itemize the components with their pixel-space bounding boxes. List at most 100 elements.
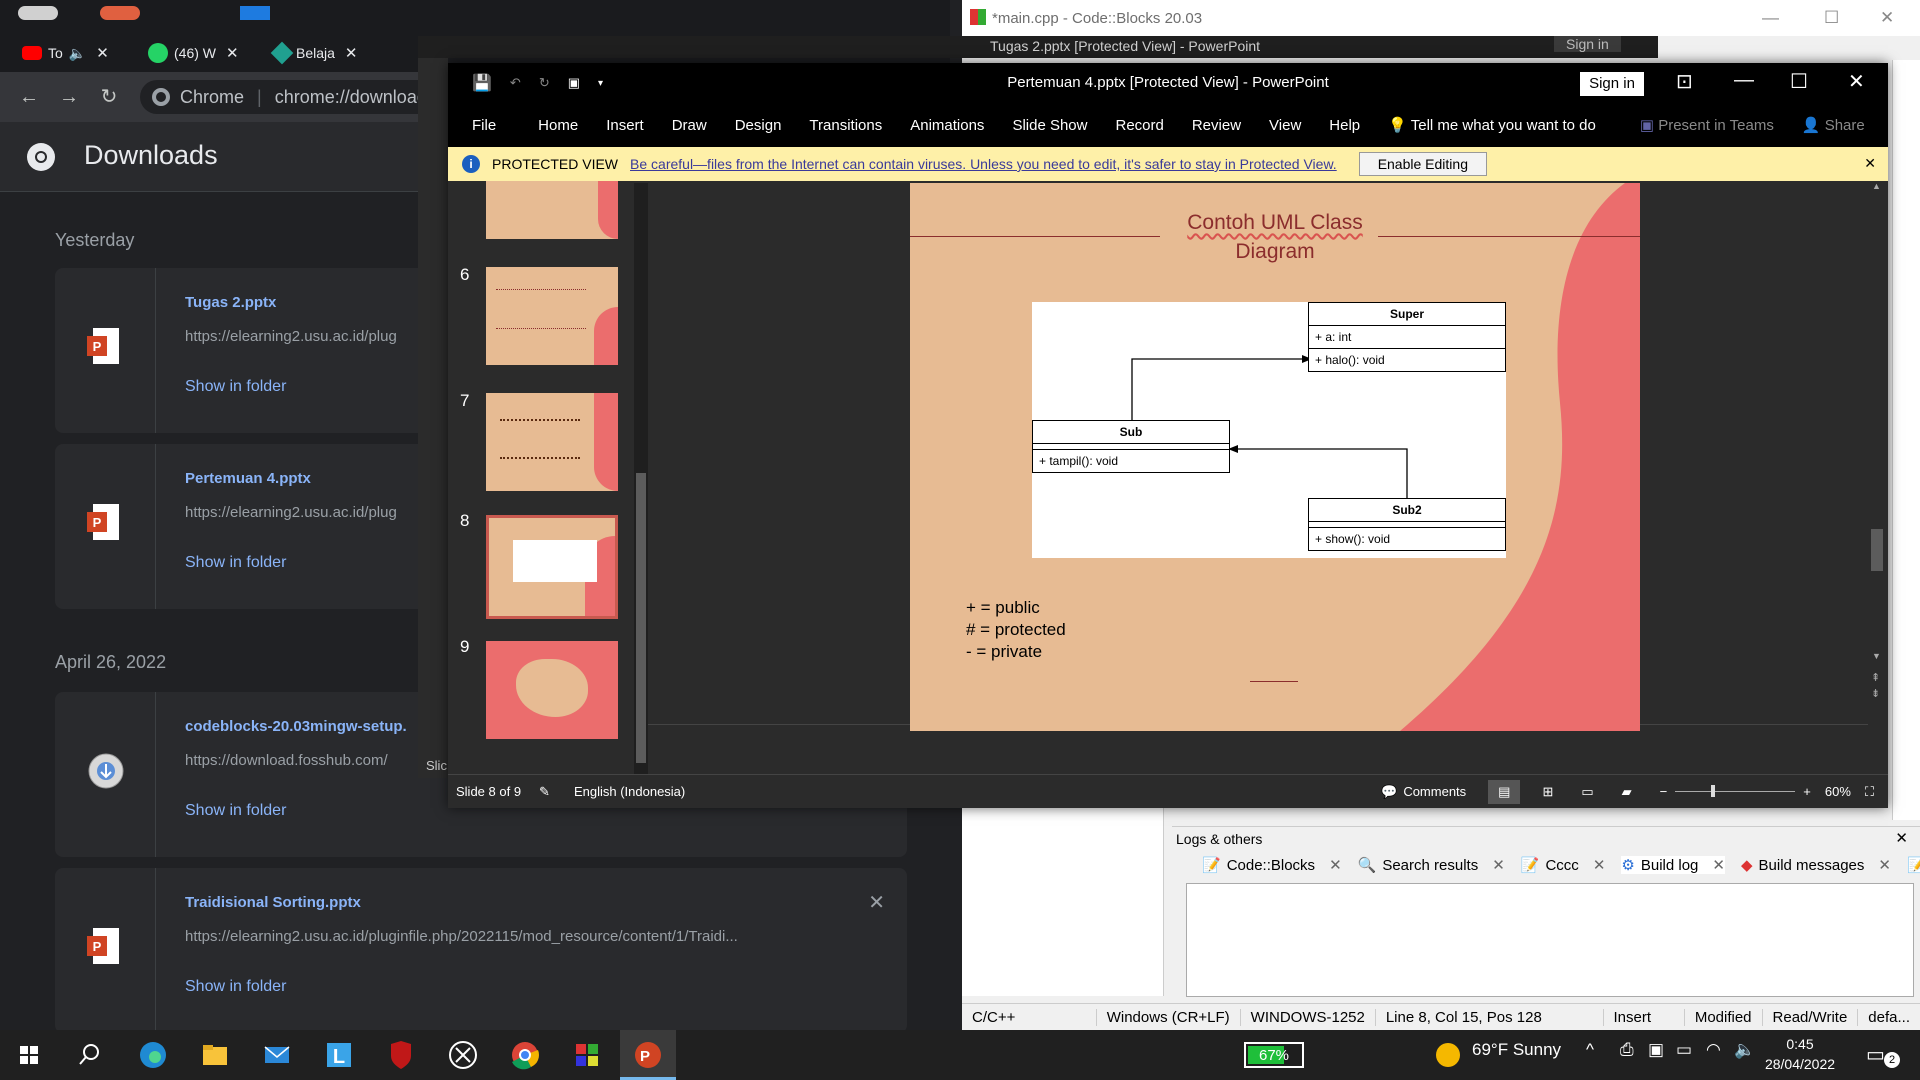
slide-scrollbar[interactable]: ▲ ▼ ⇞ ⇟ <box>1868 181 1886 741</box>
log-tab[interactable]: 📝 Code::Blocks ✕ <box>1202 856 1342 875</box>
forward-icon[interactable]: → <box>56 84 82 110</box>
ribbon-display-icon[interactable]: ⊡ <box>1676 69 1693 94</box>
tab-view[interactable]: View <box>1255 117 1315 134</box>
close-icon[interactable]: ✕ <box>1848 69 1865 94</box>
close-icon[interactable]: ✕ <box>226 44 239 62</box>
normal-view-icon[interactable]: ▤ <box>1488 779 1521 804</box>
log-tab[interactable]: ⚙ Build log ✕ <box>1621 856 1725 874</box>
zoom-in-icon[interactable]: + <box>1803 784 1811 799</box>
thumbnails-scrollbar[interactable] <box>634 183 648 777</box>
tab-insert[interactable]: Insert <box>592 117 658 134</box>
slide-thumbnail[interactable] <box>486 641 618 739</box>
slide-thumbnail[interactable] <box>486 267 618 365</box>
close-icon[interactable]: ✕ <box>1864 155 1876 172</box>
tab-belajar[interactable]: Belaja ✕ <box>266 38 366 68</box>
close-icon[interactable]: ✕ <box>1593 856 1606 874</box>
scroll-down-icon[interactable]: ▼ <box>1872 651 1881 661</box>
remove-download-icon[interactable]: ✕ <box>868 890 885 915</box>
notifications-button[interactable]: ▭ 2 <box>1866 1042 1900 1068</box>
file-name-link[interactable]: Tugas 2.pptx <box>185 294 276 311</box>
codeblocks-icon[interactable] <box>570 1038 604 1072</box>
close-icon[interactable]: ✕ <box>1712 856 1725 874</box>
powerpoint-taskbar-button[interactable]: P <box>620 1030 676 1080</box>
reading-view-icon[interactable]: ▭ <box>1581 784 1593 800</box>
previous-slide-icon[interactable]: ⇞ <box>1871 671 1880 684</box>
file-name-link[interactable]: Traidisional Sorting.pptx <box>185 894 361 911</box>
signin-button[interactable]: Sign in <box>1554 36 1621 52</box>
mail-icon[interactable] <box>260 1038 294 1072</box>
maximize-icon[interactable]: ☐ <box>1790 69 1808 94</box>
chevron-up-icon[interactable]: ^ <box>1586 1040 1594 1060</box>
network-status-icon[interactable]: ▣ <box>1648 1040 1664 1060</box>
language-indicator[interactable]: English (Indonesia) <box>574 784 685 799</box>
comments-button[interactable]: 💬 Comments <box>1381 784 1466 800</box>
file-url[interactable]: https://elearning2.usu.ac.id/plug <box>185 328 397 345</box>
enable-editing-button[interactable]: Enable Editing <box>1358 152 1487 176</box>
maximize-icon[interactable]: ☐ <box>1824 8 1839 28</box>
file-url[interactable]: https://elearning2.usu.ac.id/pluginfile.… <box>185 928 738 945</box>
close-icon[interactable]: ✕ <box>1492 856 1505 874</box>
close-icon[interactable]: ✕ <box>345 44 358 62</box>
scroll-up-icon[interactable]: ▲ <box>1872 181 1881 191</box>
protected-view-message[interactable]: Be careful—files from the Internet can c… <box>630 156 1337 172</box>
chrome-icon[interactable] <box>508 1038 542 1072</box>
slide-sorter-icon[interactable]: ⊞ <box>1542 784 1553 800</box>
editor-pane[interactable] <box>962 796 1164 996</box>
xbox-icon[interactable] <box>446 1038 480 1072</box>
slide-thumbnail[interactable] <box>486 393 618 491</box>
tab-review[interactable]: Review <box>1178 117 1255 134</box>
reload-icon[interactable]: ↻ <box>96 84 122 110</box>
windows-start-icon[interactable] <box>12 1038 46 1072</box>
mcafee-icon[interactable] <box>384 1038 418 1072</box>
tab-youtube[interactable]: To 🔈 ✕ <box>14 38 117 68</box>
notes-icon[interactable]: ✎ <box>539 784 550 800</box>
close-icon[interactable]: ✕ <box>96 44 109 62</box>
close-icon[interactable]: ✕ <box>1329 856 1342 874</box>
file-name-link[interactable]: codeblocks-20.03mingw-setup. <box>185 718 407 735</box>
close-icon[interactable]: ✕ <box>1878 856 1891 874</box>
log-tab[interactable]: 📝C <box>1907 856 1920 874</box>
l-app-icon[interactable]: L <box>322 1038 356 1072</box>
weather-text[interactable]: 69°F Sunny <box>1472 1040 1561 1060</box>
share-button[interactable]: 👤 Share <box>1788 116 1879 134</box>
file-explorer-icon[interactable] <box>198 1038 232 1072</box>
tab-file[interactable]: File <box>448 117 524 134</box>
battery-icon[interactable]: ▭ <box>1676 1040 1692 1060</box>
log-tab[interactable]: 📝 Cccc ✕ <box>1521 856 1606 875</box>
show-in-folder-link[interactable]: Show in folder <box>185 802 286 820</box>
back-icon[interactable]: ← <box>16 84 42 110</box>
volume-icon[interactable]: 🔈 <box>1734 1040 1755 1060</box>
file-url[interactable]: https://elearning2.usu.ac.id/plug <box>185 504 397 521</box>
slide-thumbnail[interactable] <box>486 181 618 239</box>
tab-record[interactable]: Record <box>1101 117 1177 134</box>
close-icon[interactable]: ✕ <box>1880 8 1894 28</box>
next-slide-icon[interactable]: ⇟ <box>1871 687 1880 700</box>
zoom-level[interactable]: 60% <box>1825 784 1851 799</box>
zoom-out-icon[interactable]: − <box>1660 784 1668 799</box>
tell-me-search[interactable]: 💡 Tell me what you want to do <box>1374 116 1610 134</box>
wifi-icon[interactable]: ◠ <box>1706 1040 1721 1060</box>
file-url[interactable]: https://download.fosshub.com/ <box>185 752 388 769</box>
tab-transitions[interactable]: Transitions <box>795 117 896 134</box>
close-icon[interactable]: ✕ <box>1895 829 1908 847</box>
show-in-folder-link[interactable]: Show in folder <box>185 554 286 572</box>
tab-draw[interactable]: Draw <box>658 117 721 134</box>
log-tab[interactable]: ◆ Build messages ✕ <box>1741 856 1891 875</box>
device-icon[interactable]: ⎙ <box>1620 1040 1634 1060</box>
edge-icon[interactable] <box>136 1038 170 1072</box>
tab-whatsapp[interactable]: (46) W ✕ <box>140 38 247 68</box>
signin-button[interactable]: Sign in <box>1580 72 1644 96</box>
present-in-teams-button[interactable]: ▣ Present in Teams <box>1626 116 1788 134</box>
zoom-slider[interactable] <box>1675 785 1796 797</box>
current-slide[interactable]: Contoh UML Class Diagram Super + a: int … <box>910 183 1640 731</box>
fit-to-window-icon[interactable]: ⛶ <box>1865 784 1874 800</box>
battery-widget[interactable]: 67% <box>1244 1042 1304 1068</box>
show-in-folder-link[interactable]: Show in folder <box>185 978 286 996</box>
tab-design[interactable]: Design <box>721 117 796 134</box>
tab-animations[interactable]: Animations <box>896 117 998 134</box>
minimize-icon[interactable]: — <box>1762 8 1779 28</box>
slideshow-icon[interactable]: ▰ <box>1622 784 1632 800</box>
search-icon[interactable] <box>72 1038 106 1072</box>
tab-home[interactable]: Home <box>524 117 592 134</box>
tab-help[interactable]: Help <box>1315 117 1374 134</box>
